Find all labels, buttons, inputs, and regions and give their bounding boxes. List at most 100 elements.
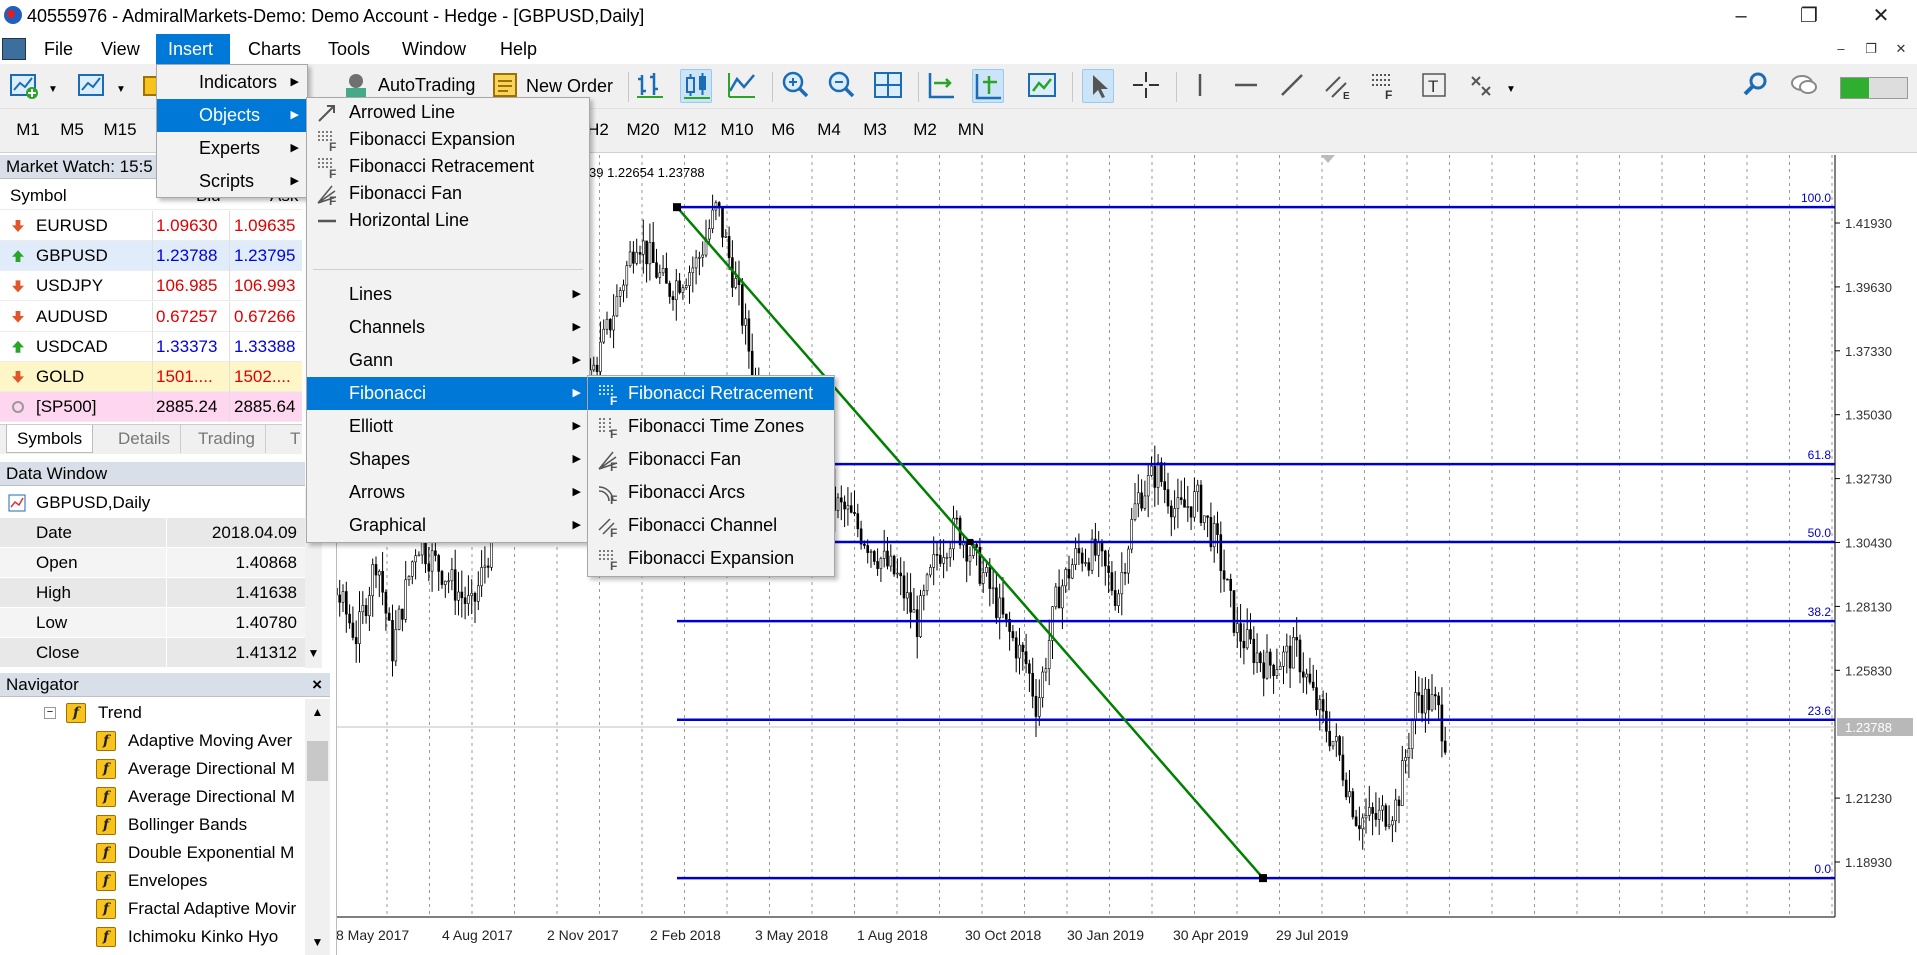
text-icon[interactable]: T [1418,69,1450,103]
list-item[interactable]: f Ichimoku Kinko Hyo [0,923,304,951]
menu-file[interactable]: File [32,34,85,64]
chat-icon[interactable] [1788,69,1820,103]
insert-item-objects[interactable]: Objects ▶ [157,99,307,132]
cursor-icon[interactable] [1082,69,1114,103]
timeframe-m2[interactable]: M2 [902,113,948,147]
menu-view[interactable]: View [89,34,152,64]
dropdown-arrow-icon[interactable]: ▼ [48,84,58,95]
mdi-close-button[interactable]: ✕ [1890,39,1912,59]
list-item[interactable]: f Double Exponential M [0,839,304,867]
list-item[interactable]: f Adaptive Moving Aver [0,727,304,755]
menu-charts[interactable]: Charts [236,34,313,64]
close-icon[interactable]: × [312,673,322,697]
objects-item-fibonacci-retracement[interactable]: F Fibonacci Retracement [307,153,589,180]
table-row[interactable]: GBPUSD 1.23788 1.23795 [0,241,302,272]
fibonacci-item-fibonacci-arcs[interactable]: F Fibonacci Arcs [588,476,834,509]
menu-tools[interactable]: Tools [316,34,382,64]
objects-item-lines[interactable]: Lines ▶ [307,278,589,311]
candlestick-chart-icon[interactable] [680,69,712,103]
tile-windows-icon[interactable] [872,69,904,103]
table-row[interactable]: USDCAD 1.33373 1.33388 [0,331,302,362]
objects-item-arrowed-line[interactable]: Arrowed Line [307,99,589,126]
mdi-restore-button[interactable]: ❐ [1860,39,1882,59]
objects-item-arrows[interactable]: Arrows ▶ [307,476,589,509]
list-item[interactable]: f Bollinger Bands [0,811,304,839]
zoom-out-icon[interactable] [826,69,858,103]
list-item[interactable]: f Fractal Adaptive Movir [0,895,304,923]
insert-item-scripts[interactable]: Scripts ▶ [157,165,307,198]
collapse-icon[interactable]: − [44,707,56,719]
list-item[interactable]: f Average Directional M [0,755,304,783]
trendline-icon[interactable] [1276,69,1308,103]
vertical-line-icon[interactable] [1184,69,1216,103]
crosshair-icon[interactable] [1130,69,1162,103]
fibonacci-retracement-icon[interactable]: F [1368,69,1400,103]
menu-help[interactable]: Help [488,34,549,64]
fibonacci-item-fibonacci-retracement[interactable]: F Fibonacci Retracement [588,377,834,410]
table-row[interactable]: [SP500] 2885.24 2885.64 [0,392,302,423]
templates-icon[interactable] [1026,69,1058,103]
candle [480,567,483,587]
table-row[interactable]: EURUSD 1.09630 1.09635 [0,211,302,241]
table-row[interactable]: AUDUSD 0.67257 0.67266 [0,301,302,332]
navigator-scrollbar[interactable]: ▲ ▼ [305,699,330,955]
insert-item-indicators[interactable]: Indicators ▶ [157,66,307,99]
tab-symbols[interactable]: Symbols [6,425,94,453]
mdi-minimize-button[interactable]: – [1830,39,1852,59]
insert-item-experts[interactable]: Experts ▶ [157,132,307,165]
auto-scroll-icon[interactable] [972,69,1004,103]
candle [1061,585,1064,609]
fibonacci-item-fibonacci-fan[interactable]: F Fibonacci Fan [588,443,834,476]
mdi-doc-icon[interactable] [2,38,26,60]
objects-item-fibonacci-fan[interactable]: F Fibonacci Fan [307,180,589,207]
restore-button[interactable]: ❐ [1778,0,1840,34]
fibonacci-item-fibonacci-expansion[interactable]: F Fibonacci Expansion [588,542,834,575]
timeframe-m10[interactable]: M10 [714,113,760,147]
equidistant-channel-icon[interactable]: E [1322,69,1354,103]
objects-item-gann[interactable]: Gann ▶ [307,344,589,377]
timeframe-m6[interactable]: M6 [760,113,806,147]
objects-item-elliott[interactable]: Elliott ▶ [307,410,589,443]
objects-item-horizontal-line[interactable]: Horizontal Line [307,207,589,234]
search-icon[interactable] [1740,69,1772,103]
tab-details[interactable]: Details [108,425,181,453]
fibonacci-item-fibonacci-channel[interactable]: F Fibonacci Channel [588,509,834,542]
list-item[interactable]: f Average Directional M [0,783,304,811]
candle [945,556,949,559]
timeframe-m4[interactable]: M4 [806,113,852,147]
table-row[interactable]: GOLD 1501.... 1502.... [0,362,302,392]
nav-folder-trend[interactable]: − f Trend [0,699,322,727]
bar-chart-icon[interactable] [634,69,666,103]
line-chart-icon[interactable] [726,69,758,103]
timeframe-m20[interactable]: M20 [620,113,666,147]
menu-window[interactable]: Window [390,34,478,64]
dropdown-arrow-icon[interactable]: ▼ [1506,84,1516,95]
minimize-button[interactable]: – [1710,0,1772,34]
timeframe-m12[interactable]: M12 [667,113,713,147]
tab-trading[interactable]: Trading [188,425,267,453]
zoom-in-icon[interactable] [780,69,812,103]
new-chart-icon[interactable] [8,69,40,103]
timeframe-m3[interactable]: M3 [852,113,898,147]
objects-item-graphical[interactable]: Graphical ▶ [307,509,589,542]
list-item[interactable]: f Envelopes [0,867,304,895]
profiles-icon[interactable] [76,69,108,103]
objects-item-shapes[interactable]: Shapes ▶ [307,443,589,476]
timeframe-mn[interactable]: MN [948,113,994,147]
timeframe-m5[interactable]: M5 [49,113,95,147]
timeframe-m1[interactable]: M1 [5,113,51,147]
connection-status-icon[interactable] [1840,77,1908,99]
fibonacci-item-fibonacci-time-zones[interactable]: F Fibonacci Time Zones [588,410,834,443]
table-row[interactable]: USDJPY 106.985 106.993 [0,271,302,302]
dropdown-arrow-icon[interactable]: ▼ [116,84,126,95]
column-symbol[interactable]: Symbol [10,182,67,210]
close-button[interactable]: ✕ [1850,0,1912,34]
horizontal-line-icon[interactable] [1230,69,1262,103]
objects-item-fibonacci[interactable]: Fibonacci ▶ [307,377,589,410]
objects-item-fibonacci-expansion[interactable]: F Fibonacci Expansion [307,126,589,153]
chart-shift-icon[interactable] [926,69,958,103]
menu-insert[interactable]: Insert [156,34,230,64]
objects-item-channels[interactable]: Channels ▶ [307,311,589,344]
arrows-icon[interactable] [1466,69,1498,103]
timeframe-m15[interactable]: M15 [97,113,143,147]
